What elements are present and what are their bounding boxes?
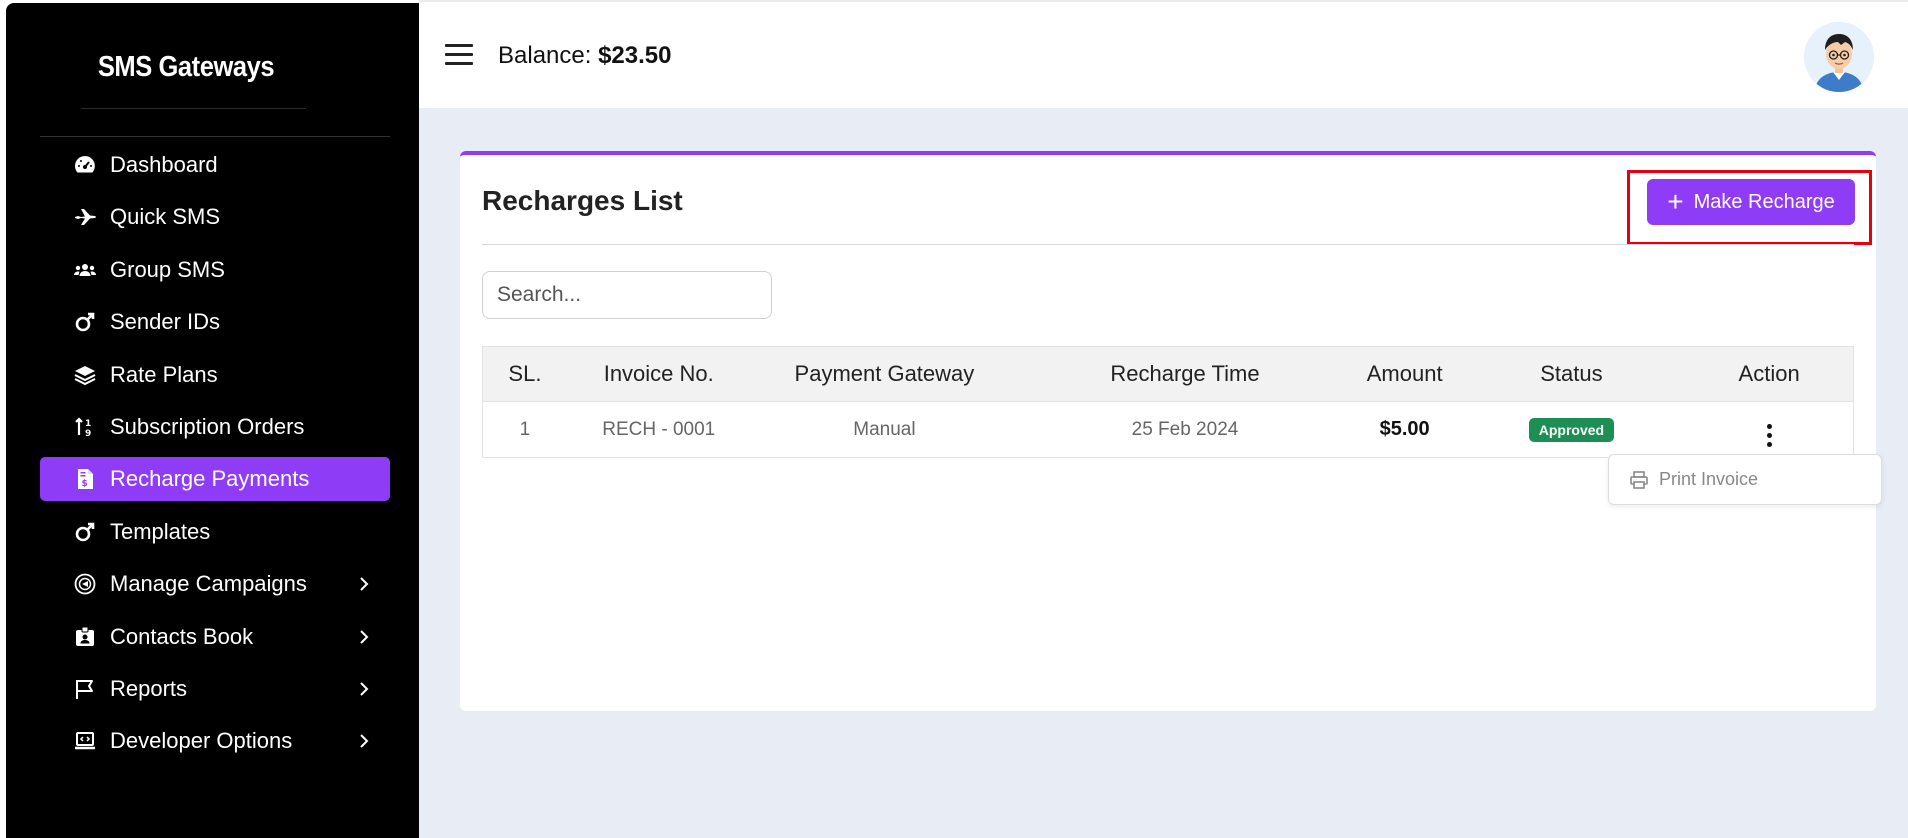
sidebar-item-label: Quick SMS [110, 204, 221, 230]
cell-amount: $5.00 [1379, 418, 1430, 440]
campaign-icon [72, 571, 98, 597]
card-divider [482, 244, 1854, 245]
make-recharge-label: Make Recharge [1693, 190, 1835, 213]
sidebar-item-label: Group SMS [110, 256, 225, 282]
action-dropdown-menu: Print Invoice [1608, 454, 1882, 505]
column-header[interactable]: Amount [1352, 361, 1458, 387]
kebab-menu-icon[interactable] [1766, 423, 1772, 447]
sidebar-item-label: Templates [110, 518, 211, 544]
table-row: 1 RECH - 0001 Manual 25 Feb 2024 $5.00 A… [483, 402, 1853, 457]
sidebar-item-label: Rate Plans [110, 361, 218, 387]
sidebar-item-templates[interactable]: Templates [40, 510, 390, 554]
chevron-right-icon [360, 629, 369, 644]
balance-label: Balance: [498, 42, 592, 69]
sidebar-item-rate-plans[interactable]: Rate Plans [40, 353, 390, 397]
id-badge-icon [72, 624, 98, 650]
sidebar-item-manage-campaigns[interactable]: Manage Campaigns [40, 562, 390, 606]
svg-text:1: 1 [85, 419, 91, 429]
balance-display: Balance: $23.50 [498, 42, 671, 70]
sidebar-item-subscription-orders[interactable]: 19 Subscription Orders [40, 405, 390, 449]
cell-status: Approved [1458, 417, 1686, 442]
sidebar-item-label: Reports [110, 675, 188, 701]
sidebar-item-group-sms[interactable]: Group SMS [40, 248, 390, 292]
column-header: Action [1738, 361, 1800, 386]
sidebar-item-label: Developer Options [110, 728, 293, 754]
invoice-dollar-icon: $ [72, 466, 98, 492]
chevron-right-icon [360, 577, 369, 591]
sidebar-item-contacts-book[interactable]: Contacts Book [40, 615, 390, 659]
status-badge: Approved [1528, 417, 1615, 442]
plane-icon [72, 204, 98, 230]
column-header[interactable]: Recharge Time [1018, 361, 1352, 387]
chevron-right-icon [360, 682, 369, 696]
sidebar-item-reports[interactable]: Reports [40, 667, 390, 711]
flag-icon [72, 676, 98, 702]
topbar: Balance: $23.50 [419, 0, 1908, 108]
sidebar-divider [40, 136, 390, 137]
search-input[interactable] [482, 271, 772, 319]
cell-gateway: Manual [853, 418, 916, 440]
page-title: Recharges List [482, 185, 683, 216]
cell-time: 25 Feb 2024 [1131, 418, 1239, 440]
plus-icon: + [1667, 186, 1684, 217]
column-header[interactable]: SL. [483, 361, 567, 387]
layers-icon [72, 362, 98, 388]
sort-icon: 19 [72, 414, 98, 440]
table-header: SL. Invoice No. Payment Gateway Recharge… [483, 347, 1853, 402]
sidebar-item-label: Sender IDs [110, 309, 221, 335]
avatar[interactable] [1804, 22, 1874, 92]
column-header[interactable]: Status [1458, 361, 1686, 387]
sidebar-nav: Dashboard Quick SMS Group SMS Sender IDs [40, 143, 390, 772]
sidebar-item-label: Recharge Payments [110, 466, 310, 492]
sidebar: SMS Gateways Dashboard Quick SMS Group S… [6, 3, 419, 838]
column-header[interactable]: Invoice No. [567, 361, 751, 387]
laptop-code-icon [72, 728, 98, 754]
svg-text:9: 9 [85, 429, 91, 439]
sidebar-item-sender-ids[interactable]: Sender IDs [40, 300, 390, 344]
mars-icon [72, 519, 98, 545]
recharges-table: SL. Invoice No. Payment Gateway Recharge… [482, 346, 1854, 458]
recharges-card: Recharges List + Make Recharge SL. Invoi… [460, 151, 1882, 711]
sidebar-item-recharge-payments[interactable]: $ Recharge Payments [40, 457, 390, 502]
balance-value: $23.50 [598, 42, 672, 69]
print-invoice-menu-item[interactable]: Print Invoice [1659, 469, 1758, 490]
main-content: Recharges List + Make Recharge SL. Invoi… [419, 108, 1908, 838]
svg-text:$: $ [82, 479, 88, 489]
sidebar-item-developer-options[interactable]: Developer Options [40, 719, 390, 763]
cell-action [1685, 413, 1853, 447]
mars-icon [72, 309, 98, 335]
brand-logo-text: SMS Gateways [97, 51, 275, 83]
sidebar-item-label: Dashboard [110, 152, 218, 177]
hamburger-menu-icon[interactable] [445, 44, 473, 66]
sidebar-item-label: Subscription Orders [110, 413, 305, 439]
users-icon [72, 257, 98, 283]
sidebar-item-label: Manage Campaigns [110, 571, 307, 597]
gauge-icon [72, 152, 98, 178]
sidebar-item-quick-sms[interactable]: Quick SMS [40, 195, 390, 239]
sidebar-item-label: Contacts Book [110, 623, 254, 649]
make-recharge-button[interactable]: + Make Recharge [1647, 179, 1855, 225]
cell-sl: 1 [519, 418, 531, 440]
cell-invoice: RECH - 0001 [602, 418, 716, 440]
chevron-right-icon [360, 734, 369, 749]
sidebar-item-dashboard[interactable]: Dashboard [40, 143, 390, 187]
brand-divider [81, 108, 306, 109]
print-icon [1630, 470, 1648, 489]
column-header[interactable]: Payment Gateway [751, 361, 1019, 387]
